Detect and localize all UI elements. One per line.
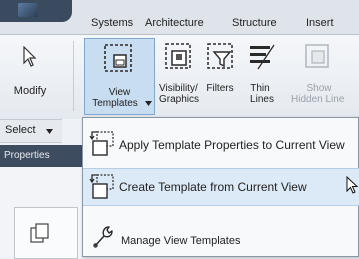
tab-insert[interactable]: Insert (306, 15, 334, 31)
view-templates-menu: Apply Template Properties to Current Vie… (82, 117, 359, 257)
menu-item-label: Apply Template Properties to Current Vie… (119, 138, 345, 152)
modify-label: Modify (13, 85, 47, 97)
visibility-label-line1: Visibility/ (159, 83, 198, 94)
app-logo-icon (18, 3, 38, 17)
menu-item-label: Manage View Templates (121, 235, 241, 247)
thin-lines-icon (250, 44, 275, 70)
show-hidden-lines-button[interactable]: Show Hidden Line (291, 40, 359, 115)
filters-icon (207, 43, 233, 69)
menu-item-label: Create Template from Current View (119, 180, 307, 194)
view-type-icon (30, 223, 49, 243)
pointer-arrow-icon (23, 46, 37, 67)
visibility-graphics-icon (165, 43, 191, 69)
select-panel[interactable]: Select (0, 119, 62, 143)
menu-item-apply-template[interactable]: Apply Template Properties to Current Vie… (83, 126, 359, 164)
visibility-graphics-button[interactable]: Visibility/ Graphics (159, 40, 199, 115)
menu-item-create-template[interactable]: Create Template from Current View (83, 168, 359, 206)
show-hidden-label-line2: Hidden Line (291, 94, 345, 105)
ribbon-separator (73, 41, 74, 111)
properties-header: Properties (0, 145, 82, 167)
tab-structure[interactable]: Structure (232, 15, 277, 31)
menu-item-manage-templates[interactable]: Manage View Templates (83, 220, 359, 258)
thin-lines-button[interactable]: Thin Lines (245, 40, 281, 115)
filters-button[interactable]: Filters (202, 40, 238, 115)
modify-button[interactable]: Modify (8, 44, 64, 104)
select-label: Select (5, 124, 36, 136)
show-hidden-lines-icon (305, 44, 329, 68)
select-dropdown-icon (46, 129, 53, 134)
dropdown-arrow-icon (145, 101, 152, 106)
thin-lines-label-line2: Lines (250, 94, 274, 105)
filters-label: Filters (206, 83, 234, 94)
show-hidden-label-line1: Show (306, 83, 332, 94)
properties-title: Properties (4, 150, 50, 161)
tab-systems[interactable]: Systems (91, 15, 133, 31)
view-templates-icon (104, 44, 132, 72)
view-templates-button[interactable]: View Templates (84, 38, 155, 115)
visibility-label-line2: Graphics (159, 94, 200, 105)
thin-lines-label-line1: Thin (250, 83, 270, 94)
application-menu-button[interactable] (0, 0, 72, 22)
tab-architecture[interactable]: Architecture (145, 15, 204, 31)
type-selector[interactable] (14, 207, 78, 259)
wrench-icon (93, 226, 113, 248)
apply-template-icon (89, 131, 114, 156)
view-templates-label-line1: View (108, 87, 131, 98)
mouse-cursor-icon (346, 176, 358, 194)
create-template-icon (89, 174, 114, 199)
view-templates-label-line2: Templates (92, 98, 138, 109)
